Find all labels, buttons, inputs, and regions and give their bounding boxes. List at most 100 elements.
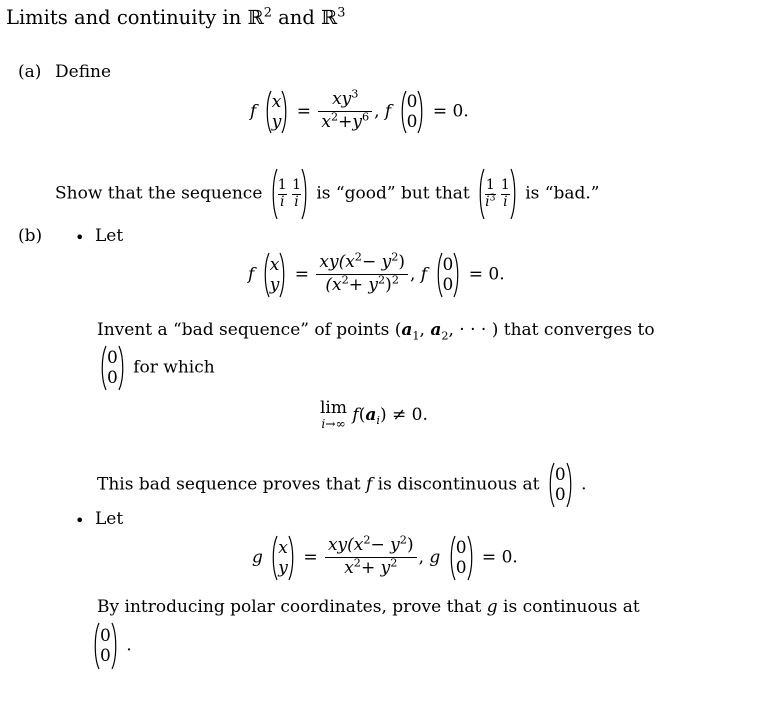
equation-a: f x y = xy3 x2+y6 , f 0 0 = 0.: [250, 88, 469, 134]
equation-b2-argument-vector: x y: [269, 535, 297, 581]
left-paren-icon: [447, 535, 456, 581]
good-sequence-bottom: 1 i: [292, 176, 301, 211]
equation-b1-argument-vector: x y: [261, 252, 289, 298]
right-paren-icon: [453, 252, 462, 298]
equation-a-arg-top: x: [271, 91, 282, 112]
blackboard-r-2: ℝ2: [247, 5, 272, 29]
equation-a-den-y: y: [352, 111, 362, 132]
equation-b1-num-xy: xy(x: [319, 252, 355, 273]
equation-b1-den-exp3: 2: [391, 273, 399, 286]
invent-text-1: Invent a “bad sequence” of points (: [97, 320, 402, 340]
equation-b1-den-exp1: 2: [341, 273, 349, 286]
equation-b2-num-minus: − y: [370, 535, 400, 556]
equation-a-zero-top: 0: [406, 91, 418, 112]
equation-a-fn2: f: [384, 101, 392, 122]
equation-b1: f x y = xy(x2− y2) (x2+ y2)2 , f 0 0 = 0…: [248, 250, 505, 298]
equation-b1-fn2: f: [420, 264, 428, 285]
equation-b1-value: 0.: [488, 264, 505, 285]
left-paren-icon: [476, 168, 485, 220]
proves-text-2: is discontinuous at: [377, 474, 540, 495]
equation-b1-num-exp1: 2: [354, 250, 362, 264]
right-paren-icon: [566, 462, 575, 508]
good-seq-bottom-den: i: [294, 194, 299, 210]
left-paren-icon: [398, 90, 407, 134]
polar-line2: 0 0 .: [90, 622, 132, 670]
invent-comma: ,: [419, 320, 425, 340]
proves-fn: f: [365, 474, 373, 495]
equation-b1-num-minus: − y: [361, 252, 392, 273]
document-page: Limits and continuity in ℝ2 and ℝ3 (a) D…: [0, 0, 777, 709]
invent-a1: a: [401, 320, 413, 340]
equation-b1-comma: ,: [409, 264, 416, 285]
bad-seq-bottom-den: i: [503, 194, 508, 210]
equation-a-numerator: xy: [332, 89, 352, 110]
polar-text-2: is continuous at: [503, 597, 640, 617]
equation-b2-arg-bottom: y: [278, 558, 288, 578]
proves-text-1: This bad sequence proves that: [97, 474, 361, 495]
equation-b1-equals2: =: [468, 264, 483, 285]
good-sequence-vector: 1 i 1 i: [269, 168, 310, 220]
equation-a-equals2: =: [432, 101, 448, 122]
equation-b2-zero-vector: 0 0: [447, 535, 476, 581]
left-paren-icon: [91, 622, 100, 670]
equation-b2-den-plus: + y: [360, 557, 391, 578]
left-paren-icon: [546, 462, 555, 508]
good-seq-top-den: i: [280, 194, 285, 210]
equation-b2-den-exp1: 2: [353, 556, 361, 569]
right-paren-icon: [111, 622, 120, 670]
equation-a-fraction: xy3 x2+y6: [318, 88, 373, 132]
invent-text-2: for which: [133, 357, 215, 378]
blackboard-r-3: ℝ3: [321, 5, 346, 29]
right-paren-icon: [510, 168, 519, 220]
invent-a2: a: [430, 320, 442, 340]
equation-b2-arg-top: x: [278, 537, 288, 558]
equation-b2-fraction: xy(x2− y2) x2+ y2: [324, 534, 417, 578]
proves-period: .: [581, 474, 587, 495]
bad-seq-top-den: i3: [485, 192, 496, 210]
proves-zero-vector: 0 0: [546, 462, 575, 508]
equation-b2-num-xy: xy(x: [327, 535, 364, 556]
equation-b1-fn: f: [248, 264, 255, 285]
right-paren-icon: [466, 535, 476, 581]
equation-b2-zero-bottom: 0: [455, 558, 467, 578]
invent-zero-vector: 0 0: [98, 345, 127, 391]
equation-a-den-y-exponent: 6: [361, 110, 370, 123]
equation-b2-value: 0.: [501, 547, 518, 568]
proves-discontinuous-line: This bad sequence proves that f is disco…: [97, 462, 586, 508]
limit-arg: a: [365, 404, 377, 425]
invent-a1-subscript: 1: [412, 329, 420, 343]
equation-a-den-x: x: [321, 111, 331, 132]
equation-b2-fn2: g: [429, 547, 441, 568]
left-paren-icon: [98, 345, 107, 391]
equation-b1-fraction: xy(x2− y2) (x2+ y2)2: [316, 250, 408, 295]
sequence-text-3: is “bad.”: [525, 183, 600, 204]
polar-period: .: [126, 635, 132, 656]
equation-b1-zero-vector: 0 0: [434, 252, 463, 298]
title-exponent-3: 3: [337, 5, 346, 21]
good-seq-bottom-num: 1: [292, 176, 301, 193]
polar-zero-vector: 0 0: [91, 622, 120, 670]
part-a-label: (a): [18, 62, 42, 82]
equation-b1-arg-top: x: [269, 254, 280, 275]
bad-sequence-top: 1 i3: [485, 177, 496, 211]
limit-not-equals: ≠: [392, 404, 407, 425]
limit-subscript: i→∞: [321, 416, 346, 431]
good-seq-top-num: 1: [277, 176, 287, 193]
equation-a-arg-bottom: y: [271, 112, 282, 132]
polar-text-1: By introducing polar coordinates, prove …: [97, 597, 482, 617]
bad-seq-top-den-exponent: 3: [489, 192, 496, 204]
right-paren-icon: [118, 345, 127, 391]
right-paren-icon: [288, 535, 297, 581]
title-exponent-2: 2: [263, 5, 272, 21]
equation-b2-fn: g: [252, 547, 263, 568]
equation-a-value: 0.: [452, 101, 469, 122]
limit-equation: lim i→∞ f(ai) ≠ 0.: [320, 399, 428, 431]
polar-zero-bottom: 0: [100, 646, 111, 666]
equation-b1-zero-bottom: 0: [442, 275, 454, 295]
right-paren-icon: [281, 90, 290, 134]
equation-a-argument-vector: x y: [263, 90, 291, 134]
right-paren-icon: [417, 90, 426, 134]
equation-b1-den-plus: + y: [348, 274, 379, 295]
equation-a-fn: f: [250, 101, 257, 122]
equation-a-den-plus: +: [338, 111, 353, 132]
